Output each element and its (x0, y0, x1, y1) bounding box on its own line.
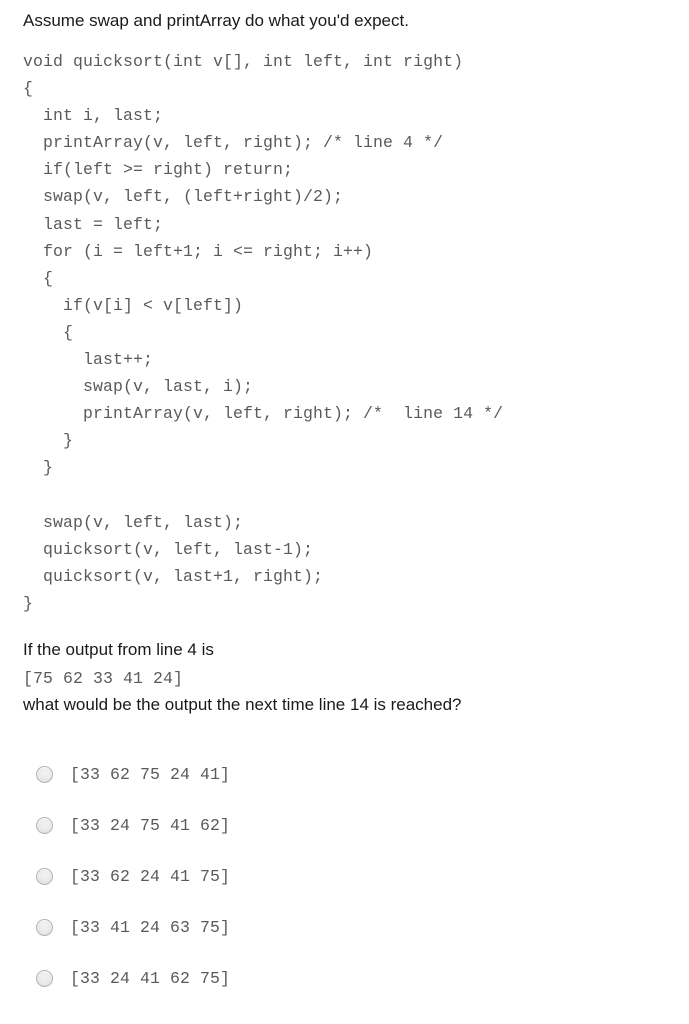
answer-option-label: [33 62 24 41 75] (70, 867, 231, 886)
code-line: { (23, 79, 34, 99)
answer-option-label: [33 24 75 41 62] (70, 816, 231, 835)
code-line: if(v[i] < v[left]) (23, 295, 244, 315)
answer-option[interactable]: [33 41 24 63 75] (0, 913, 689, 964)
code-line: { (23, 322, 74, 342)
radio-button-icon[interactable] (36, 919, 53, 936)
code-line: swap(v, last, i); (23, 377, 254, 397)
question-page: Assume swap and printArray do what you'd… (0, 0, 689, 1024)
radio-button-icon[interactable] (36, 766, 53, 783)
code-line: int i, last; (23, 106, 164, 126)
answer-option-label: [33 24 41 62 75] (70, 969, 231, 988)
radio-button-icon[interactable] (36, 970, 53, 987)
answer-options-list: [33 62 75 24 41] [33 24 75 41 62] [33 62 2… (0, 760, 689, 1015)
code-line: void quicksort(int v[], int left, int ri… (23, 52, 464, 71)
code-line: if(left >= right) return; (23, 160, 294, 180)
code-listing: void quicksort(int v[], int left, int ri… (23, 48, 503, 617)
code-line: } (23, 458, 54, 478)
code-line: swap(v, left, (left+right)/2); (23, 187, 344, 207)
code-line: } (23, 431, 74, 451)
answer-option[interactable]: [33 62 24 41 75] (0, 862, 689, 913)
code-line: quicksort(v, left, last-1); (23, 539, 314, 559)
answer-option[interactable]: [33 24 75 41 62] (0, 811, 689, 862)
code-line: quicksort(v, last+1, right); (23, 566, 324, 586)
code-line: for (i = left+1; i <= right; i++) (23, 241, 374, 261)
answer-option-label: [33 41 24 63 75] (70, 918, 231, 937)
code-line: printArray(v, left, right); /* line 4 */ (23, 133, 444, 153)
answer-option[interactable]: [33 62 75 24 41] (0, 760, 689, 811)
code-line: last++; (23, 350, 154, 370)
code-line: last = left; (23, 214, 164, 234)
code-line: } (23, 593, 34, 613)
answer-option[interactable]: [33 24 41 62 75] (0, 964, 689, 1015)
code-line: printArray(v, left, right); /* line 14 *… (23, 404, 504, 424)
answer-option-label: [33 62 75 24 41] (70, 765, 231, 784)
radio-button-icon[interactable] (36, 868, 53, 885)
question-line-2: what would be the output the next time l… (23, 695, 462, 714)
radio-button-icon[interactable] (36, 817, 53, 834)
code-line: swap(v, left, last); (23, 512, 244, 532)
question-line-1: If the output from line 4 is (23, 640, 214, 659)
given-output-array: [75 62 33 41 24] (23, 669, 184, 688)
code-line: { (23, 268, 54, 288)
intro-statement: Assume swap and printArray do what you'd… (23, 11, 409, 30)
